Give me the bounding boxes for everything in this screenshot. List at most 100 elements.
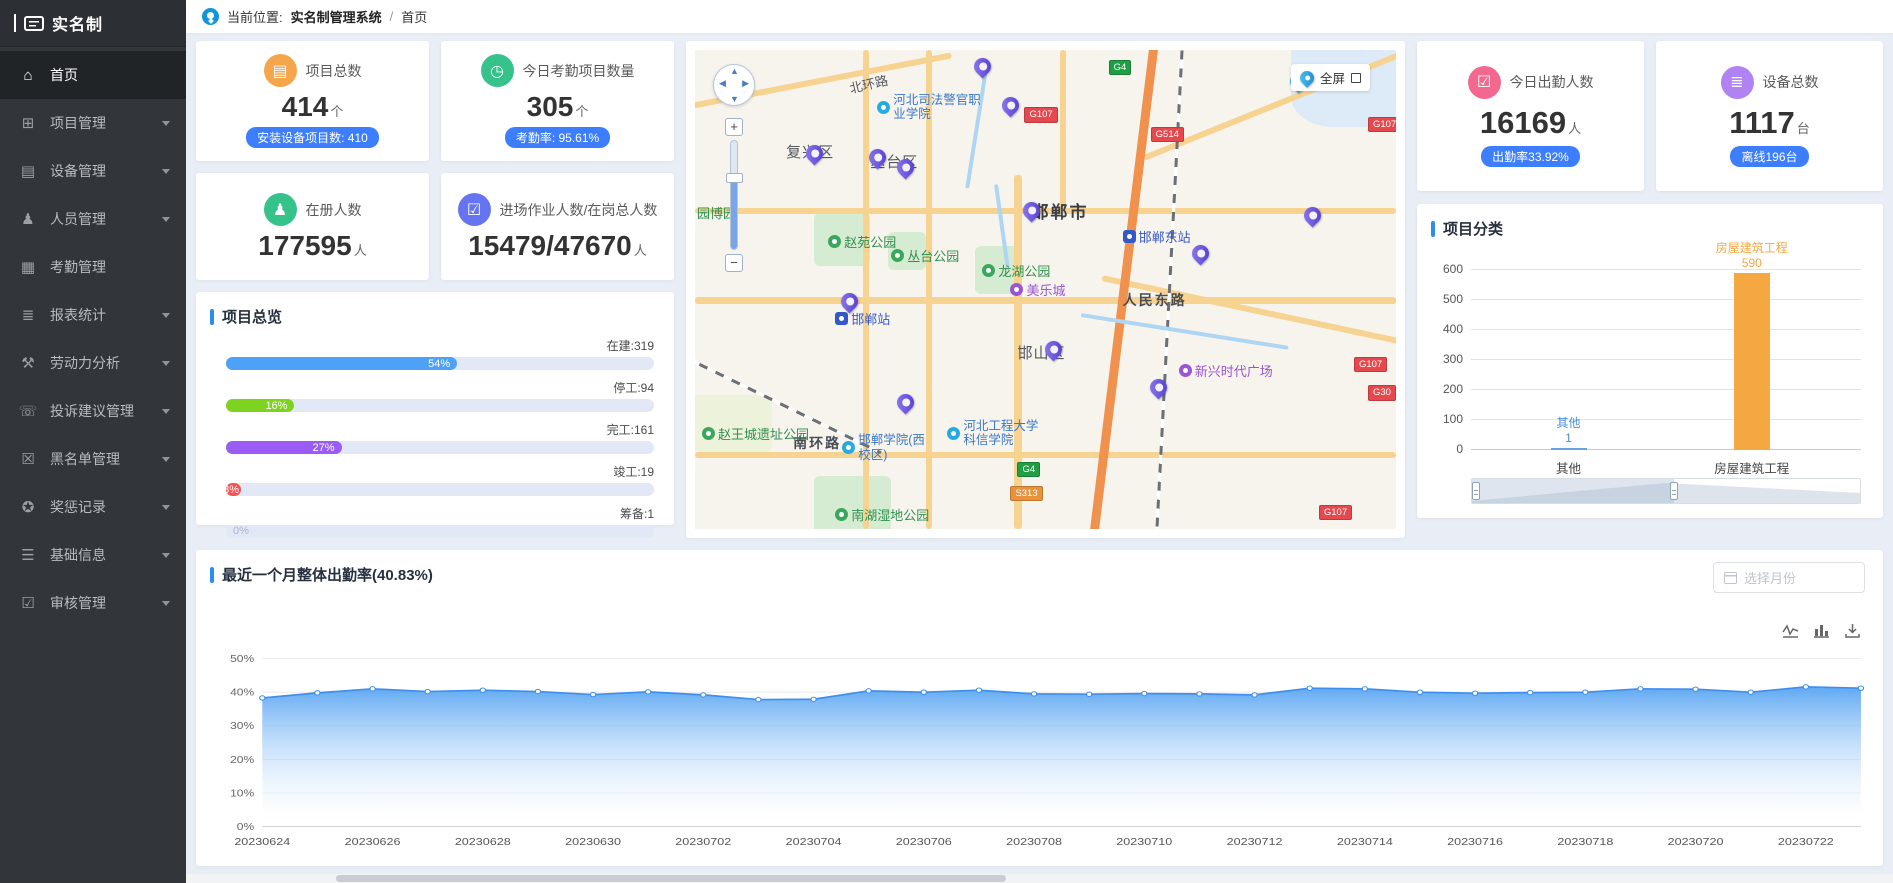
breadcrumb-current[interactable]: 首页 xyxy=(401,7,427,26)
sidebar-item-personnel[interactable]: ♟人员管理 xyxy=(0,195,186,243)
sidebar-item-project[interactable]: ⊞项目管理 xyxy=(0,99,186,147)
y-axis-tick: 400 xyxy=(1443,322,1463,336)
sidebar-item-home[interactable]: ⌂首页 xyxy=(0,51,186,99)
app-title: 实名制 xyxy=(52,11,103,35)
map-canvas[interactable]: G107G4G514G107G107G30G4S313G107北环路河北司法警官… xyxy=(695,50,1396,529)
zoom-slider-thumb[interactable] xyxy=(726,173,743,183)
data-point[interactable] xyxy=(976,688,981,692)
data-point[interactable] xyxy=(1693,687,1698,691)
data-point[interactable] xyxy=(1803,685,1808,689)
logo-divider xyxy=(14,14,16,32)
bar-chart-toggle-icon[interactable] xyxy=(1813,622,1830,639)
poi-icon xyxy=(835,312,848,325)
data-point[interactable] xyxy=(756,697,761,701)
sidebar-item-complaint[interactable]: ☏投诉建议管理 xyxy=(0,387,186,435)
overview-row: 筹备:10% xyxy=(226,505,654,538)
map-marker-pin[interactable] xyxy=(1146,376,1170,400)
data-point[interactable] xyxy=(646,690,651,694)
datazoom-handle-left[interactable] xyxy=(1472,482,1480,500)
bar-其他[interactable]: 其他1 xyxy=(1551,448,1587,450)
bar-房屋建筑工程[interactable]: 房屋建筑工程590 xyxy=(1734,273,1770,450)
data-point[interactable] xyxy=(1031,692,1036,696)
data-point[interactable] xyxy=(1197,692,1202,696)
sidebar-item-report[interactable]: ≣报表统计 xyxy=(0,291,186,339)
data-point[interactable] xyxy=(480,688,485,692)
map-marker-pin[interactable] xyxy=(971,55,995,79)
map-marker-pin[interactable] xyxy=(894,390,918,414)
labor-icon: ⚒ xyxy=(18,354,38,372)
stat-card-badge: 安装设备项目数: 410 xyxy=(246,127,379,148)
data-point[interactable] xyxy=(1417,690,1422,694)
progress-fill: 3% xyxy=(226,483,241,496)
data-point[interactable] xyxy=(701,693,706,697)
zoom-out-button[interactable]: − xyxy=(725,254,743,272)
data-point[interactable] xyxy=(1087,692,1092,696)
poi-icon xyxy=(947,427,960,440)
data-point[interactable] xyxy=(1142,691,1147,695)
download-icon[interactable] xyxy=(1844,622,1861,639)
map-label-text: 邯郸东站 xyxy=(1139,227,1191,246)
data-point[interactable] xyxy=(315,691,320,695)
sidebar-item-basic-info[interactable]: ☰基础信息 xyxy=(0,531,186,579)
pan-up-icon[interactable]: ▲ xyxy=(730,66,739,76)
sidebar-item-device[interactable]: ▤设备管理 xyxy=(0,147,186,195)
data-point[interactable] xyxy=(1362,687,1367,691)
map-road xyxy=(695,452,1396,458)
data-point[interactable] xyxy=(1858,686,1863,690)
bar-label-name: 其他 xyxy=(1509,416,1629,431)
data-point[interactable] xyxy=(1583,690,1588,694)
map-compass-control[interactable]: ▲ ▼ ◀ ▶ xyxy=(713,64,755,106)
data-point[interactable] xyxy=(1528,690,1533,694)
progress-track: 27% xyxy=(226,441,654,454)
sidebar-item-audit[interactable]: ☑审核管理 xyxy=(0,579,186,627)
datazoom-handle-right[interactable] xyxy=(1670,482,1678,500)
chevron-down-icon xyxy=(162,553,170,558)
data-point[interactable] xyxy=(921,690,926,694)
sidebar-item-labor[interactable]: ⚒劳动力分析 xyxy=(0,339,186,387)
fullscreen-button[interactable]: 全屏 xyxy=(1291,64,1370,91)
attendance-chart-svg: 0%10%20%30%40%50% 2023062420230626202306… xyxy=(210,646,1869,856)
data-point[interactable] xyxy=(370,687,375,691)
stat-card-unit: 个 xyxy=(330,104,343,119)
project-overview-card: 项目总览 在建:31954%停工:9416%完工:16127%竣工:193%筹备… xyxy=(196,292,674,525)
chevron-down-icon xyxy=(162,601,170,606)
pan-left-icon[interactable]: ◀ xyxy=(719,78,726,89)
datazoom-slider[interactable] xyxy=(1471,478,1861,504)
map-marker-pin[interactable] xyxy=(1188,242,1212,266)
route-badge-G30: G30 xyxy=(1368,385,1396,400)
data-point[interactable] xyxy=(1307,686,1312,690)
data-point[interactable] xyxy=(811,697,816,701)
stat-card: ▤项目总数414个安装设备项目数: 410 xyxy=(196,41,429,161)
sidebar-item-label: 设备管理 xyxy=(50,161,162,181)
zoom-slider-track[interactable] xyxy=(730,140,738,250)
map-label: 南湖湿地公园 xyxy=(835,505,929,524)
app-root: 实名制 ⌂首页⊞项目管理▤设备管理♟人员管理▦考勤管理≣报表统计⚒劳动力分析☏投… xyxy=(0,0,1893,883)
progress-track: 16% xyxy=(226,399,654,412)
pan-right-icon[interactable]: ▶ xyxy=(742,78,749,89)
horizontal-scrollbar-thumb[interactable] xyxy=(336,875,1006,882)
breadcrumb-system[interactable]: 实名制管理系统 xyxy=(291,7,382,26)
data-point[interactable] xyxy=(1472,691,1477,695)
x-axis-tick: 20230624 xyxy=(234,837,291,848)
data-point[interactable] xyxy=(866,689,871,693)
data-point[interactable] xyxy=(535,689,540,693)
line-chart-toggle-icon[interactable] xyxy=(1782,622,1799,639)
sidebar-item-attendance[interactable]: ▦考勤管理 xyxy=(0,243,186,291)
data-point[interactable] xyxy=(1748,690,1753,694)
sidebar-item-label: 考勤管理 xyxy=(50,257,170,277)
data-point[interactable] xyxy=(260,696,265,700)
data-point[interactable] xyxy=(1252,693,1257,697)
zoom-in-button[interactable]: + xyxy=(725,118,743,136)
datazoom-selection[interactable] xyxy=(1472,479,1674,503)
sidebar-item-reward[interactable]: ✪奖惩记录 xyxy=(0,483,186,531)
progress-fill: 54% xyxy=(226,357,457,370)
data-point[interactable] xyxy=(590,692,595,696)
data-point[interactable] xyxy=(1638,687,1643,691)
map-marker-pin[interactable] xyxy=(999,93,1023,117)
month-picker[interactable]: 选择月份 xyxy=(1713,562,1865,593)
pan-down-icon[interactable]: ▼ xyxy=(730,94,739,104)
map-marker-pin[interactable] xyxy=(1300,203,1324,227)
x-axis-line xyxy=(1471,449,1861,450)
sidebar-item-blacklist[interactable]: ☒黑名单管理 xyxy=(0,435,186,483)
data-point[interactable] xyxy=(425,689,430,693)
